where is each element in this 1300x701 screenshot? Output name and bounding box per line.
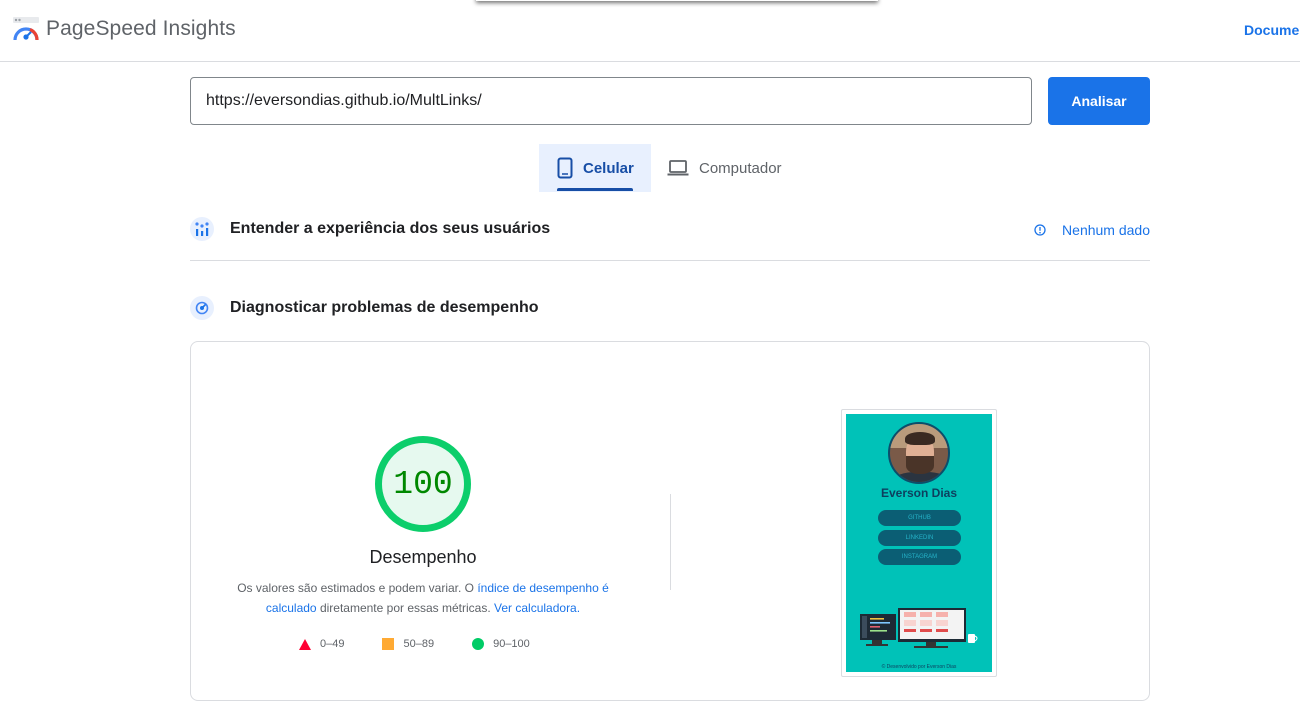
perf-section-header: Diagnosticar problemas de desempenho — [190, 296, 1150, 320]
app-name: PageSpeed Insights — [46, 17, 236, 40]
overlay-shadow — [476, 0, 878, 1]
speedometer-icon — [190, 296, 214, 320]
circle-icon — [472, 638, 485, 650]
workstation-illustration — [860, 608, 978, 648]
no-data-link[interactable]: Nenhum dado — [1034, 222, 1150, 238]
perf-section-title: Diagnosticar problemas de desempenho — [230, 299, 539, 316]
score-legend: 0–49 50–89 90–100 — [299, 638, 568, 650]
screenshot-link-button: LINKEDIN — [878, 530, 961, 546]
info-icon — [1034, 224, 1046, 236]
screenshot-footer: © Desenvolvido por Everson Dias — [881, 664, 957, 670]
top-bar: PageSpeed Insights Docume — [0, 0, 1300, 62]
brand[interactable]: PageSpeed Insights — [12, 16, 236, 42]
ux-section-header: Entender a experiência dos seus usuários… — [190, 217, 1150, 241]
smartphone-icon — [557, 157, 573, 179]
screenshot-link-button: INSTAGRAM — [878, 549, 961, 565]
vertical-divider — [670, 494, 671, 590]
url-input[interactable] — [190, 77, 1032, 125]
screenshot-link-button: GITHUB — [878, 510, 961, 526]
legend-item-fail: 0–49 — [299, 638, 344, 650]
performance-label: Desempenho — [369, 547, 477, 567]
performance-card: 100 Desempenho Os valores são estimados … — [190, 341, 1150, 701]
performance-score: 100 — [393, 465, 453, 503]
docs-link[interactable]: Docume — [1244, 22, 1299, 38]
tab-mobile[interactable]: Celular — [539, 144, 651, 192]
no-data-label: Nenhum dado — [1062, 222, 1150, 238]
ux-section-title: Entender a experiência dos seus usuários — [230, 220, 551, 237]
analyze-button[interactable]: Analisar — [1048, 77, 1150, 125]
section-divider — [190, 260, 1150, 261]
profile-name: Everson Dias — [880, 486, 958, 500]
tab-selected-indicator — [557, 188, 633, 191]
desc-text-1: Os valores são estimados e podem variar.… — [237, 581, 478, 595]
profile-photo — [888, 422, 950, 484]
legend-range: 50–89 — [403, 638, 435, 650]
tab-desktop[interactable]: Computador — [667, 144, 797, 192]
page-screenshot[interactable]: Everson Dias GITHUB LINKEDIN INSTAGRAM ©… — [841, 409, 997, 677]
screenshot-canvas: Everson Dias GITHUB LINKEDIN INSTAGRAM ©… — [846, 414, 992, 672]
tab-desktop-label: Computador — [699, 159, 782, 177]
pagespeed-logo-icon — [13, 17, 39, 41]
triangle-icon — [299, 638, 311, 650]
legend-item-pass: 90–100 — [472, 638, 530, 650]
users-chart-icon — [190, 217, 214, 241]
legend-range: 0–49 — [320, 638, 345, 650]
square-icon — [382, 638, 395, 650]
tab-mobile-label: Celular — [583, 159, 634, 177]
performance-description: Os valores são estimados e podem variar.… — [221, 578, 625, 618]
desc-text-2: diretamente por essas métricas. — [316, 601, 495, 615]
calculator-link[interactable]: Ver calculadora. — [494, 601, 580, 615]
legend-item-average: 50–89 — [382, 638, 434, 650]
legend-range: 90–100 — [493, 638, 530, 650]
laptop-icon — [667, 159, 689, 177]
